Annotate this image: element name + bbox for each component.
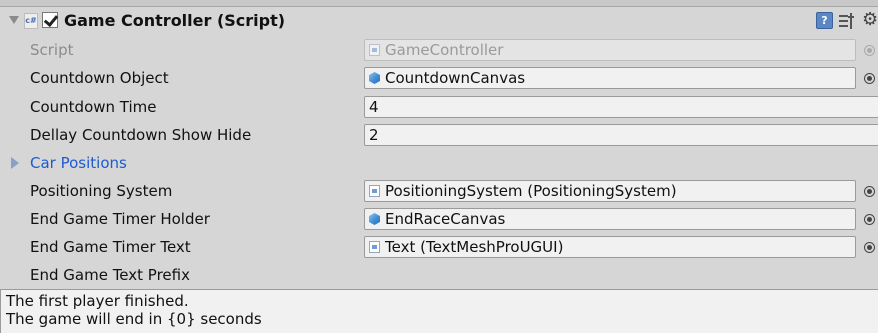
dellay-countdown-label: Dellay Countdown Show Hide — [30, 126, 252, 144]
object-picker-icon[interactable] — [864, 242, 875, 253]
object-picker-icon — [864, 45, 875, 56]
gear-icon[interactable]: ⚙ — [862, 10, 878, 30]
textarea-line-2: The game will end in {0} seconds — [6, 310, 262, 328]
end-game-timer-holder-label: End Game Timer Holder — [30, 210, 210, 228]
gameobject-cube-icon — [369, 213, 380, 225]
script-component-icon — [369, 241, 380, 253]
object-picker-icon[interactable] — [864, 214, 875, 225]
positioning-system-field[interactable]: PositioningSystem (PositioningSystem) — [364, 180, 856, 202]
end-game-timer-holder-field[interactable]: EndRaceCanvas — [364, 208, 856, 230]
end-game-text-prefix-textarea[interactable]: The first player finished. The game will… — [0, 289, 878, 333]
csharp-script-icon: c# — [24, 13, 38, 29]
row-end-game-timer-holder: End Game Timer Holder EndRaceCanvas — [0, 206, 878, 234]
help-icon[interactable]: ? — [816, 12, 833, 29]
script-field: GameController — [364, 39, 856, 61]
end-game-timer-holder-value: EndRaceCanvas — [385, 210, 506, 228]
car-positions-label[interactable]: Car Positions — [30, 154, 127, 172]
countdown-time-input[interactable]: 4 — [364, 96, 878, 118]
script-component-icon — [369, 185, 380, 197]
foldout-arrow-icon[interactable] — [11, 157, 19, 169]
end-game-text-prefix-label: End Game Text Prefix — [30, 266, 190, 284]
object-picker-icon[interactable] — [864, 73, 875, 84]
row-car-positions[interactable]: Car Positions — [0, 150, 878, 178]
row-countdown-time: Countdown Time 4 — [0, 94, 878, 122]
dellay-countdown-input[interactable]: 2 — [364, 124, 878, 146]
script-value: GameController — [385, 41, 504, 59]
script-label: Script — [30, 41, 74, 59]
dellay-countdown-value: 2 — [369, 126, 379, 144]
script-file-icon — [369, 44, 380, 56]
countdown-time-value: 4 — [369, 98, 379, 116]
fold-arrow-icon[interactable] — [9, 16, 19, 24]
end-game-timer-text-label: End Game Timer Text — [30, 238, 191, 256]
row-countdown-object: Countdown Object CountdownCanvas — [0, 65, 878, 93]
positioning-system-label: Positioning System — [30, 182, 173, 200]
countdown-object-field[interactable]: CountdownCanvas — [364, 67, 856, 89]
row-script: Script GameController — [0, 37, 878, 65]
countdown-time-label: Countdown Time — [30, 98, 157, 116]
countdown-object-value: CountdownCanvas — [385, 69, 526, 87]
countdown-object-label: Countdown Object — [30, 69, 169, 87]
object-picker-icon[interactable] — [864, 186, 875, 197]
end-game-timer-text-value: Text (TextMeshProUGUI) — [385, 238, 564, 256]
component-header[interactable]: c# Game Controller (Script) ? ⚙ — [0, 7, 878, 35]
gameobject-cube-icon — [369, 72, 380, 84]
row-dellay-countdown: Dellay Countdown Show Hide 2 — [0, 122, 878, 150]
positioning-system-value: PositioningSystem (PositioningSystem) — [385, 182, 677, 200]
component-title: Game Controller (Script) — [64, 11, 286, 30]
row-end-game-text-prefix: End Game Text Prefix — [0, 262, 878, 290]
presets-icon[interactable] — [839, 12, 855, 30]
row-positioning-system: Positioning System PositioningSystem (Po… — [0, 178, 878, 206]
panel-top-border — [0, 0, 878, 7]
end-game-timer-text-field[interactable]: Text (TextMeshProUGUI) — [364, 236, 856, 258]
row-end-game-timer-text: End Game Timer Text Text (TextMeshProUGU… — [0, 234, 878, 262]
textarea-line-1: The first player finished. — [6, 292, 189, 310]
inspector-panel: c# Game Controller (Script) ? ⚙ Script G… — [0, 0, 878, 333]
component-enabled-checkbox[interactable] — [42, 12, 58, 28]
